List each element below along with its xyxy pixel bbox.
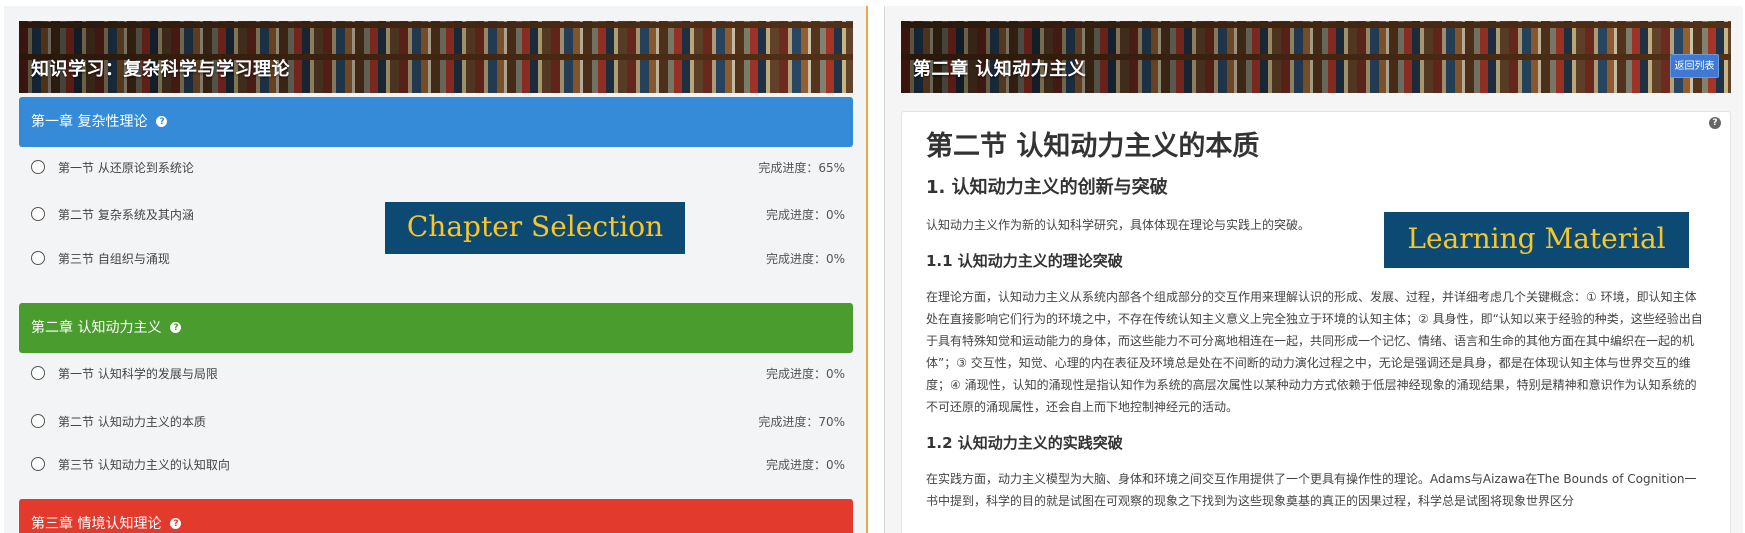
- course-banner: 知识学习：复杂科学与学习理论: [19, 21, 853, 93]
- progress-text: 完成进度：65%: [758, 161, 845, 175]
- progress-text: 完成进度：0%: [765, 208, 845, 222]
- section-item[interactable]: 第三节 认知动力主义的认知取向 完成进度：0%: [19, 444, 853, 484]
- practice-paragraph: 在实践方面，动力主义模型为大脑、身体和环境之间交互作用提供了一个更具有操作性的理…: [926, 472, 1697, 508]
- return-to-list-button[interactable]: 返回列表: [1670, 54, 1719, 78]
- section-label: 第一节 认知科学的发展与局限: [58, 367, 218, 381]
- progress-text: 完成进度：0%: [765, 367, 845, 381]
- article-content: ? 第二节 认知动力主义的本质 1. 认知动力主义的创新与突破 认知动力主义作为…: [901, 111, 1731, 533]
- section-item[interactable]: 第二节 认知动力主义的本质 完成进度：70%: [19, 401, 853, 441]
- progress-text: 完成进度：70%: [758, 415, 845, 429]
- chapter-title: 第二章 认知动力主义: [31, 320, 162, 336]
- radio-button[interactable]: [31, 207, 45, 221]
- radio-button[interactable]: [31, 457, 45, 471]
- course-title: 知识学习：复杂科学与学习理论: [31, 59, 290, 80]
- section-label: 第三节 自组织与涌现: [58, 252, 170, 266]
- help-icon[interactable]: ?: [1709, 117, 1721, 129]
- progress-text: 完成进度：0%: [765, 252, 845, 266]
- help-icon[interactable]: [170, 499, 182, 533]
- radio-button[interactable]: [31, 366, 45, 380]
- section-label: 第二节 复杂系统及其内涵: [58, 208, 194, 222]
- chapter-banner-title: 第二章 认知动力主义: [913, 59, 1087, 80]
- article-title: 第二节 认知动力主义的本质: [926, 131, 1260, 162]
- chapter-header-3[interactable]: 第三章 情境认知理论: [19, 499, 853, 533]
- radio-button[interactable]: [31, 414, 45, 428]
- help-icon[interactable]: [170, 303, 182, 353]
- learning-material-label: Learning Material: [1384, 212, 1689, 268]
- radio-button[interactable]: [31, 251, 45, 265]
- subsection-heading-practice: 1.2 认知动力主义的实践突破: [926, 434, 1123, 452]
- section-heading: 1. 认知动力主义的创新与突破: [926, 177, 1168, 198]
- chapter-title: 第一章 复杂性理论: [31, 114, 148, 130]
- section-label: 第一节 从还原论到系统论: [58, 161, 194, 175]
- section-label: 第三节 认知动力主义的认知取向: [58, 458, 230, 472]
- section-label: 第二节 认知动力主义的本质: [58, 415, 206, 429]
- learning-material-panel: 第二章 认知动力主义 返回列表 ? 第二节 认知动力主义的本质 1. 认知动力主…: [884, 6, 1743, 533]
- chapter-header-1[interactable]: 第一章 复杂性理论: [19, 97, 853, 147]
- theory-paragraph: 在理论方面，认知动力主义从系统内部各个组成部分的交互作用来理解认识的形成、发展、…: [926, 290, 1703, 414]
- section-item[interactable]: 第一节 从还原论到系统论 完成进度：65%: [19, 147, 853, 187]
- chapter-title: 第三章 情境认知理论: [31, 516, 162, 532]
- chapter-selection-label: Chapter Selection: [385, 202, 685, 254]
- chapter-banner: 第二章 认知动力主义 返回列表: [901, 21, 1731, 93]
- progress-text: 完成进度：0%: [765, 458, 845, 472]
- section-item[interactable]: 第一节 认知科学的发展与局限 完成进度：0%: [19, 353, 853, 393]
- radio-button[interactable]: [31, 160, 45, 174]
- chapter-header-2[interactable]: 第二章 认知动力主义: [19, 303, 853, 353]
- help-icon[interactable]: [156, 97, 168, 147]
- chapter-selection-panel: 知识学习：复杂科学与学习理论 第一章 复杂性理论 第一节 从还原论到系统论 完成…: [4, 6, 868, 533]
